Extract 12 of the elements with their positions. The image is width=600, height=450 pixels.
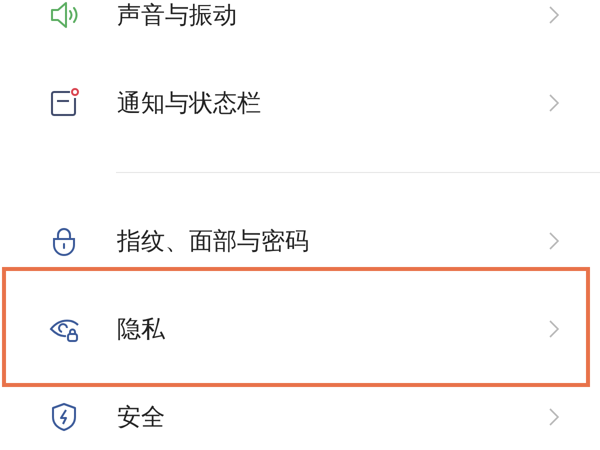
- menu-item-label[interactable]: 指纹、面部与密码: [117, 225, 548, 257]
- chevron-right-icon: [548, 319, 560, 339]
- speaker-icon: [48, 0, 80, 31]
- menu-item-label[interactable]: 安全: [117, 401, 548, 433]
- chevron-right-icon: [548, 93, 560, 113]
- chevron-right-icon: [548, 231, 560, 251]
- notification-icon: [48, 87, 80, 119]
- chevron-right-icon: [548, 5, 560, 25]
- menu-item-label[interactable]: 通知与状态栏: [117, 87, 548, 119]
- menu-item-label[interactable]: 隐私: [117, 313, 548, 345]
- menu-item-label[interactable]: 声音与振动: [117, 0, 548, 31]
- chevron-right-icon: [548, 407, 560, 427]
